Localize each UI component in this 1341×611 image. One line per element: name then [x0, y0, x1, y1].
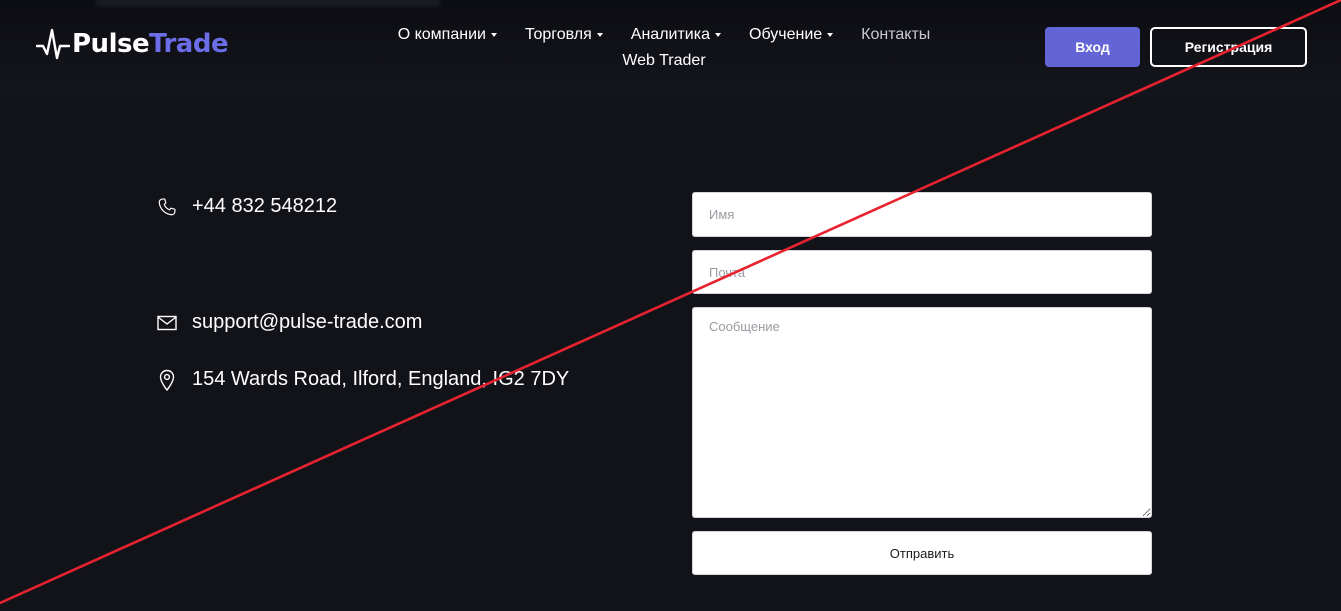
logo-text-pulse: Pulse [72, 29, 150, 59]
nav-item-about[interactable]: О компании [398, 26, 497, 44]
nav-item-education[interactable]: Обучение [749, 26, 834, 44]
caret-down-icon [715, 33, 721, 37]
address-text: 154 Wards Road, Ilford, England, IG2 7DY [192, 368, 570, 390]
location-pin-icon [157, 369, 177, 391]
email-input[interactable] [692, 250, 1152, 294]
register-button[interactable]: Регистрация [1150, 27, 1307, 67]
nav-item-analytics[interactable]: Аналитика [631, 26, 721, 44]
contacts-page: PulseTrade О компании Торговля Аналитика… [0, 0, 1341, 611]
nav-item-label: Web Trader [622, 52, 706, 69]
email-address[interactable]: support@pulse-trade.com [192, 311, 422, 334]
nav-item-label: Торговля [524, 26, 592, 43]
contact-phone: +44 832 548212 [157, 195, 337, 218]
logo[interactable]: PulseTrade [36, 24, 229, 64]
nav-item-contacts[interactable]: Контакты [861, 26, 930, 44]
submit-button[interactable]: Отправить [692, 531, 1152, 575]
nav-item-label: Контакты [861, 26, 931, 43]
caret-down-icon [596, 33, 603, 37]
name-input[interactable] [692, 192, 1152, 237]
nav-item-web-trader[interactable]: Web Trader [622, 52, 705, 70]
caret-down-icon [490, 33, 497, 37]
nav-item-label: Обучение [749, 26, 823, 43]
logo-text: PulseTrade [72, 29, 229, 59]
phone-number[interactable]: +44 832 548212 [192, 195, 337, 218]
main-nav: О компании Торговля Аналитика Обучение К… [374, 24, 954, 72]
contact-email: support@pulse-trade.com [157, 311, 422, 334]
nav-item-label: О компании [397, 26, 486, 43]
header-faded-bar [95, 0, 440, 7]
login-button[interactable]: Вход [1045, 27, 1140, 67]
logo-text-trade: Trade [149, 29, 229, 59]
mail-icon [157, 312, 177, 334]
caret-down-icon [827, 33, 834, 37]
pulse-logo-icon [36, 24, 70, 64]
nav-item-label: Аналитика [630, 26, 710, 43]
nav-item-trading[interactable]: Торговля [525, 26, 603, 44]
site-header: PulseTrade О компании Торговля Аналитика… [0, 0, 1341, 97]
contact-address: 154 Wards Road, Ilford, England, IG2 7DY [157, 368, 569, 391]
phone-icon [157, 196, 177, 218]
message-textarea[interactable] [692, 307, 1152, 518]
